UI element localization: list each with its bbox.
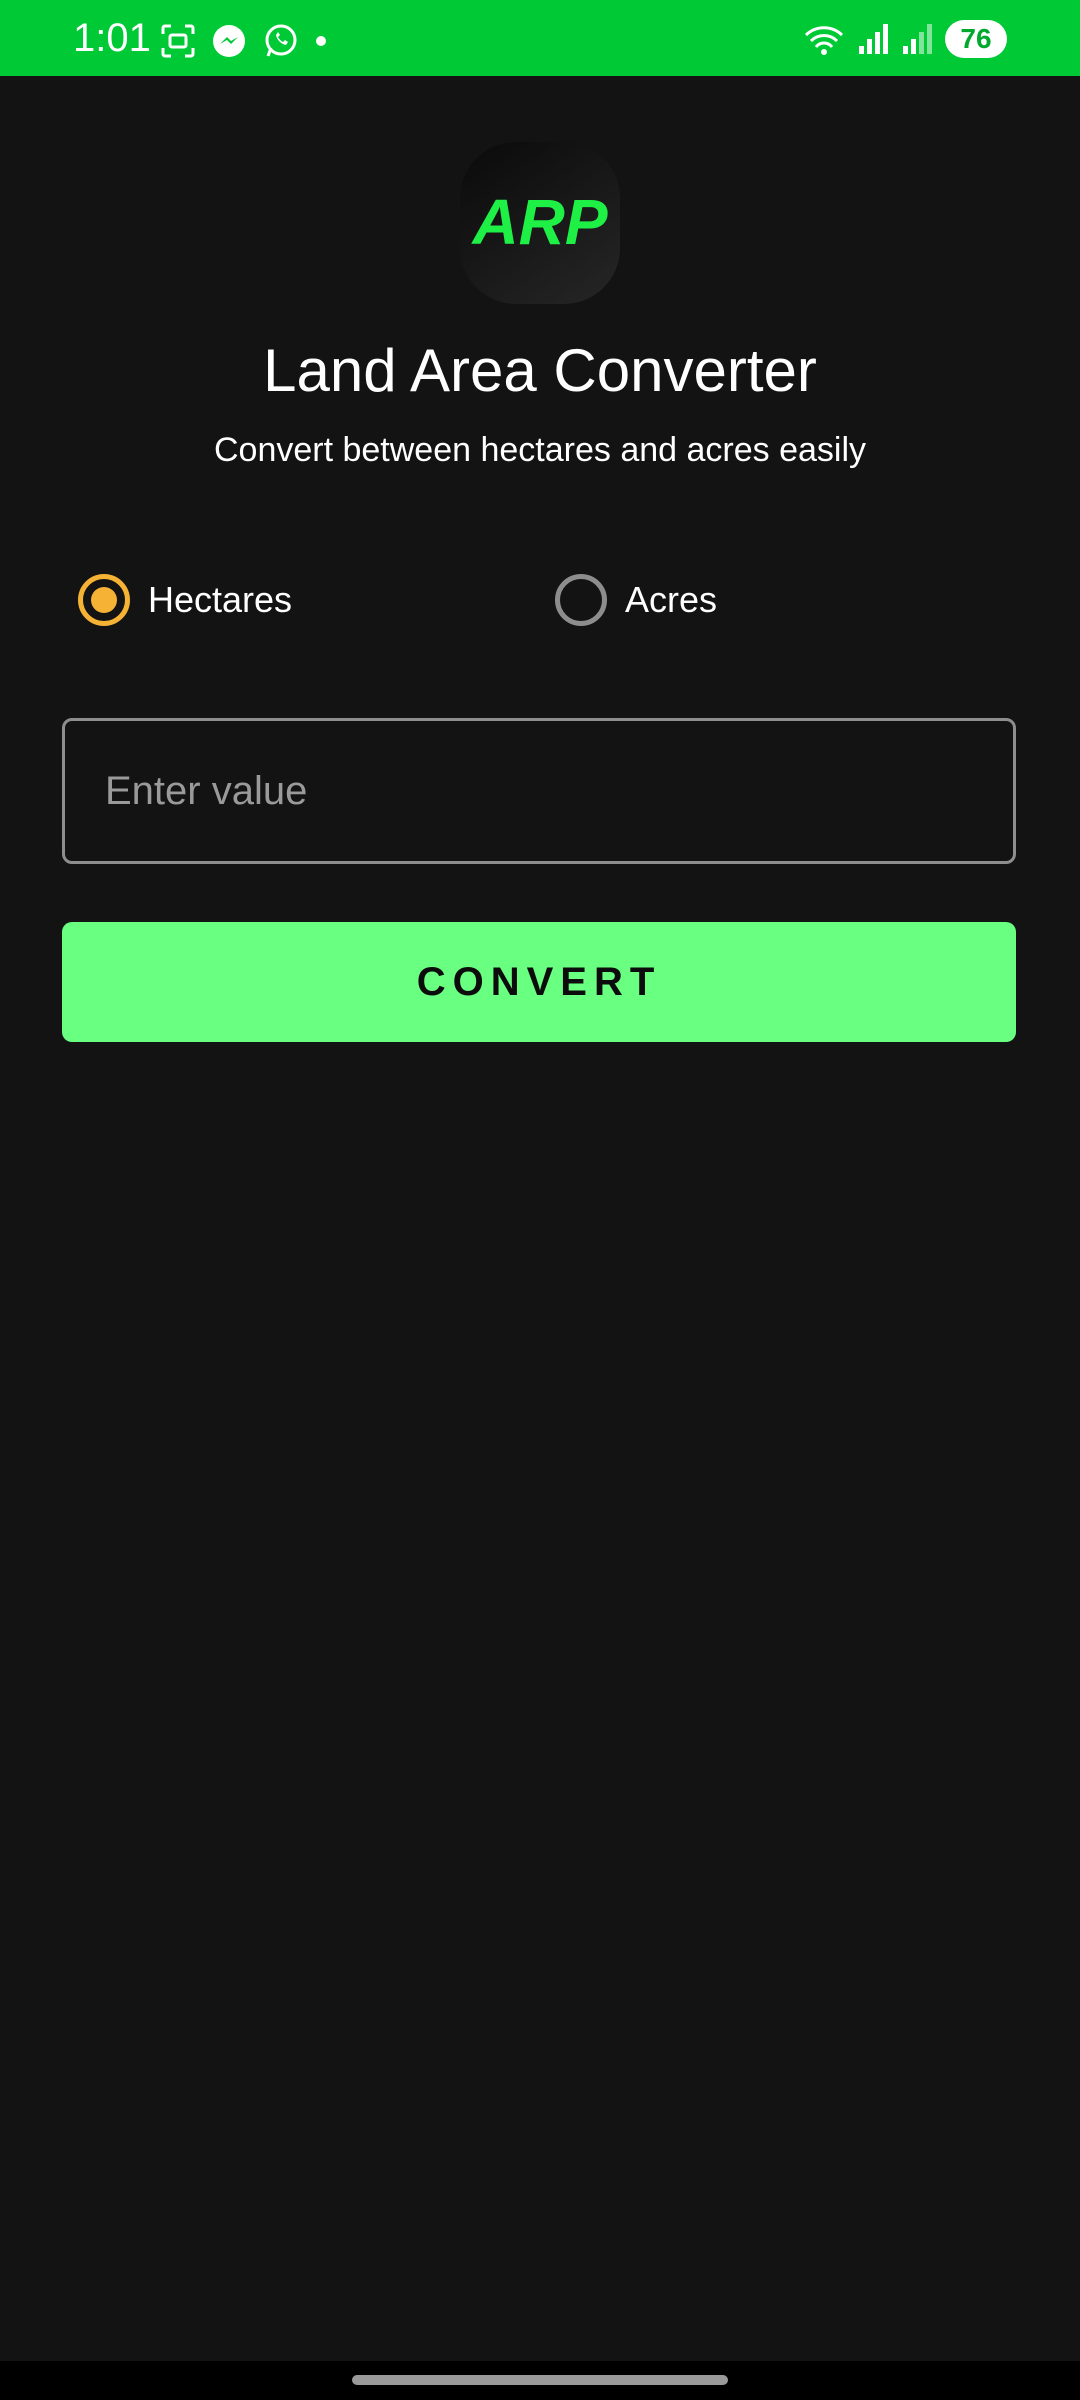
- value-input[interactable]: [62, 718, 1016, 864]
- acres-radio[interactable]: Acres: [555, 568, 717, 632]
- acres-radio-label: Acres: [625, 579, 718, 620]
- notification-dot-icon: [314, 34, 328, 48]
- battery-indicator: 76: [945, 20, 1007, 58]
- page-title: Land Area Converter: [263, 337, 817, 404]
- home-gesture-handle[interactable]: [352, 2375, 728, 2385]
- signal-icon: [901, 22, 933, 56]
- navigation-bar: [0, 2361, 1080, 2400]
- messenger-icon: [210, 22, 248, 60]
- whatsapp-icon: [262, 22, 300, 60]
- status-right-icons: 76: [803, 20, 1007, 58]
- radio-checked-icon: [78, 574, 130, 626]
- signal-icon: [857, 22, 889, 56]
- convert-button[interactable]: CONVERT: [62, 922, 1016, 1042]
- wifi-icon: [803, 21, 845, 57]
- status-left-icons: [160, 22, 328, 60]
- svg-text:ARP: ARP: [470, 186, 607, 258]
- arp-logo-mark: ARP: [470, 186, 607, 258]
- hectares-radio[interactable]: Hectares: [78, 568, 292, 632]
- status-time: 1:01: [73, 16, 151, 60]
- screenshot-icon: [160, 23, 196, 59]
- hectares-radio-label: Hectares: [148, 579, 293, 620]
- radio-unchecked-icon: [555, 574, 607, 626]
- page-subtitle: Convert between hectares and acres easil…: [213, 431, 867, 469]
- status-bar: 1:01 76: [0, 0, 1080, 76]
- app-screen: 1:01 76 ARP Land Area Converter Convert …: [0, 0, 1080, 2400]
- app-logo: ARP: [460, 142, 620, 304]
